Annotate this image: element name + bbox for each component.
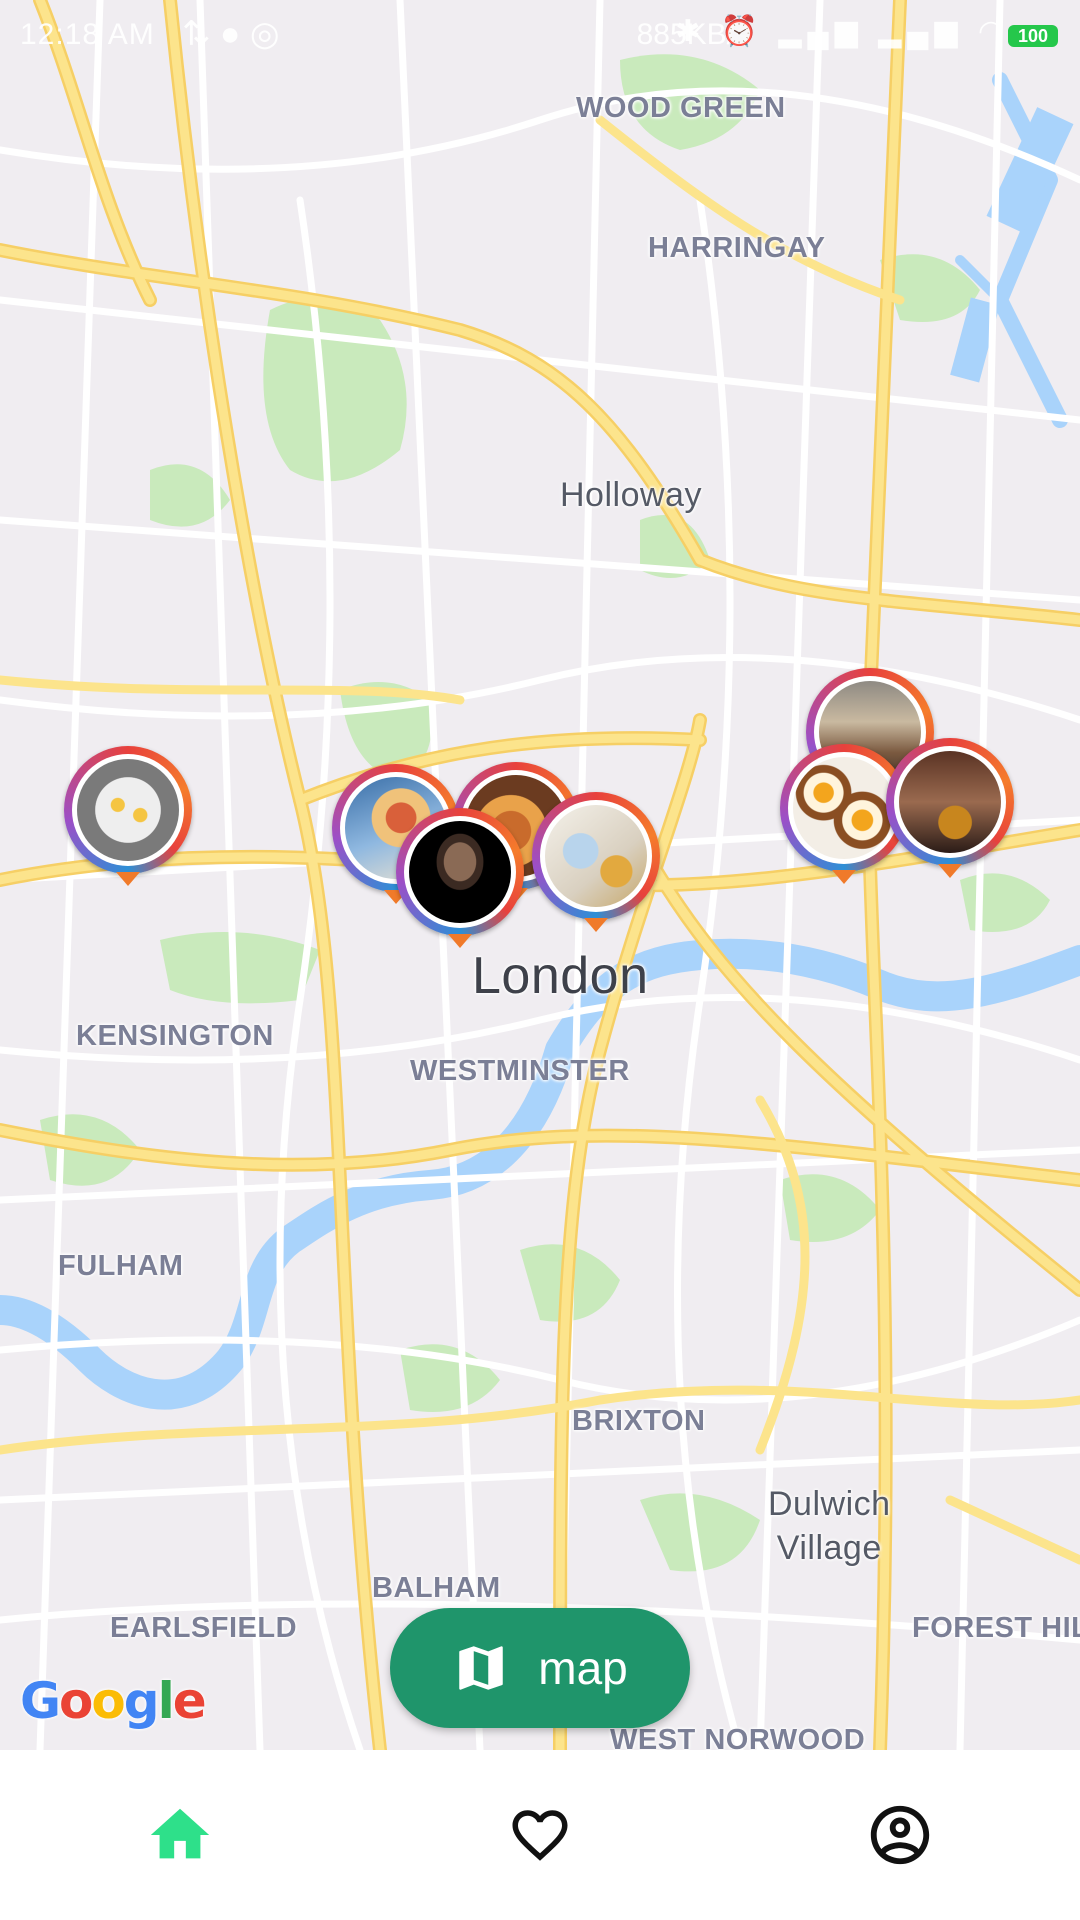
place-label-london: London	[472, 947, 649, 1005]
restaurant-marker[interactable]	[64, 746, 192, 886]
restaurant-marker[interactable]	[532, 792, 660, 932]
place-label-holloway: Holloway	[560, 476, 702, 514]
home-icon	[150, 1808, 210, 1859]
place-label-brixton: BRIXTON	[572, 1405, 706, 1437]
battery-icon: 100	[1008, 25, 1058, 47]
status-notification-icons: ⇅ ● ◎	[182, 15, 280, 53]
google-logo: Google	[20, 1672, 207, 1730]
nav-favorites[interactable]	[360, 1750, 720, 1920]
marker-photo-plated-dessert	[77, 759, 179, 861]
place-label-dulwich-line1: Dulwich	[768, 1485, 891, 1523]
place-label-fulham: FULHAM	[58, 1250, 184, 1282]
bottom-navigation	[0, 1750, 1080, 1920]
status-system-icons: ✱ ⏰ ▂▄▆ ▂▄▆ ◠	[675, 15, 1010, 48]
nav-profile[interactable]	[720, 1750, 1080, 1920]
nav-home[interactable]	[0, 1750, 360, 1920]
place-label-westminster: WESTMINSTER	[410, 1055, 630, 1087]
marker-photo-scotch-eggs	[793, 757, 895, 859]
marker-photo-fried-food-platter	[545, 805, 647, 907]
place-label-west-norwood: WEST NORWOOD	[610, 1724, 866, 1750]
map-icon	[459, 1646, 503, 1690]
place-label-harringay: HARRINGAY	[648, 232, 826, 264]
heart-icon	[512, 1810, 568, 1861]
marker-photo-dark-plated-dish	[409, 821, 511, 923]
status-bar: 12:18 AM ⇅ ● ◎ 885KB/s ✱ ⏰ ▂▄▆ ▂▄▆ ◠ 100	[0, 0, 1080, 70]
restaurant-marker[interactable]	[396, 808, 524, 948]
place-label-kensington: KENSINGTON	[76, 1020, 274, 1052]
map-button[interactable]: map	[390, 1608, 690, 1728]
place-label-forest-hill: FOREST HILL	[912, 1612, 1080, 1644]
map-view[interactable]: WOOD GREEN HARRINGAY Holloway London KEN…	[0, 0, 1080, 1750]
restaurant-marker[interactable]	[886, 738, 1014, 878]
place-label-dulwich-line2: Village	[776, 1529, 882, 1567]
place-label-dulwich-village: Dulwich Village	[768, 1482, 891, 1570]
place-label-wood-green: WOOD GREEN	[576, 92, 786, 124]
account-circle-icon	[870, 1805, 930, 1865]
status-time: 12:18 AM	[20, 18, 155, 51]
place-label-earlsfield: EARLSFIELD	[110, 1612, 298, 1644]
marker-photo-grill-food	[899, 751, 1001, 853]
map-button-label: map	[538, 1642, 628, 1694]
place-label-balham: BALHAM	[372, 1572, 501, 1604]
